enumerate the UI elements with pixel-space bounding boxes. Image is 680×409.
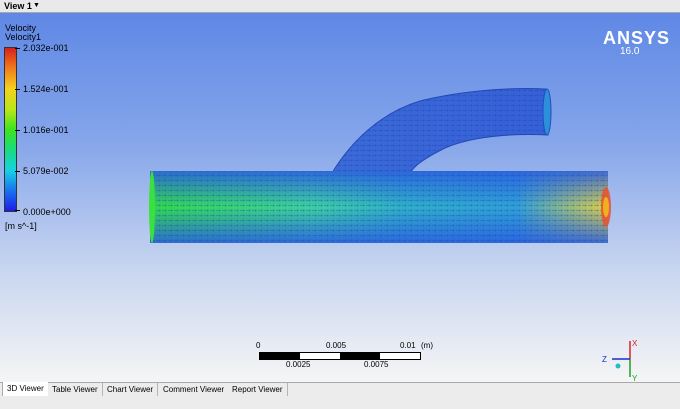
scale-label-001: 0.01 [400, 341, 416, 350]
view-title[interactable]: View 1 [4, 0, 32, 12]
z-axis-label: Z [602, 355, 607, 364]
tab-3d-viewer[interactable]: 3D Viewer [2, 382, 49, 397]
legend-tick-3: 1.016e-001 [23, 125, 69, 135]
legend-variable: Velocity1 [5, 32, 42, 42]
velocity-vector-plot [149, 88, 611, 243]
scale-label-0005: 0.005 [326, 341, 347, 350]
scale-ruler [259, 352, 421, 360]
axis-triad: X Y Z [602, 339, 638, 382]
3d-viewport[interactable]: Velocity Velocity1 2.032e-001 1.524e-001… [0, 13, 680, 382]
scale-unit: (m) [421, 341, 433, 350]
legend-tick-2: 1.524e-001 [23, 84, 69, 94]
x-axis-label: X [632, 339, 638, 348]
legend-tick-max: 2.032e-001 [23, 43, 69, 53]
tab-table-viewer[interactable]: Table Viewer [48, 383, 103, 396]
scale-label-00075: 0.0075 [364, 360, 389, 369]
y-axis-label: Y [632, 374, 638, 382]
ansys-version: 16.0 [620, 46, 640, 57]
legend-unit: [m s^-1] [5, 221, 37, 231]
tab-chart-viewer[interactable]: Chart Viewer [103, 383, 159, 396]
tab-report-viewer[interactable]: Report Viewer [228, 383, 288, 396]
scale-label-00025: 0.0025 [286, 360, 311, 369]
cfd-post-window: View 1 ▼ Velocity Velocity1 2.032e-001 1… [0, 0, 680, 409]
view-header: View 1 ▼ [0, 0, 680, 13]
scale-label-0: 0 [256, 341, 261, 350]
status-strip [0, 396, 680, 409]
legend-tick-min: 0.000e+000 [23, 207, 71, 217]
tab-comment-viewer[interactable]: Comment Viewer [159, 383, 230, 396]
legend-tick-4: 5.079e-002 [23, 166, 69, 176]
view-dropdown-icon[interactable]: ▼ [33, 0, 40, 12]
viewer-tab-bar: 3D Viewer Table Viewer Chart Viewer Comm… [0, 382, 680, 397]
